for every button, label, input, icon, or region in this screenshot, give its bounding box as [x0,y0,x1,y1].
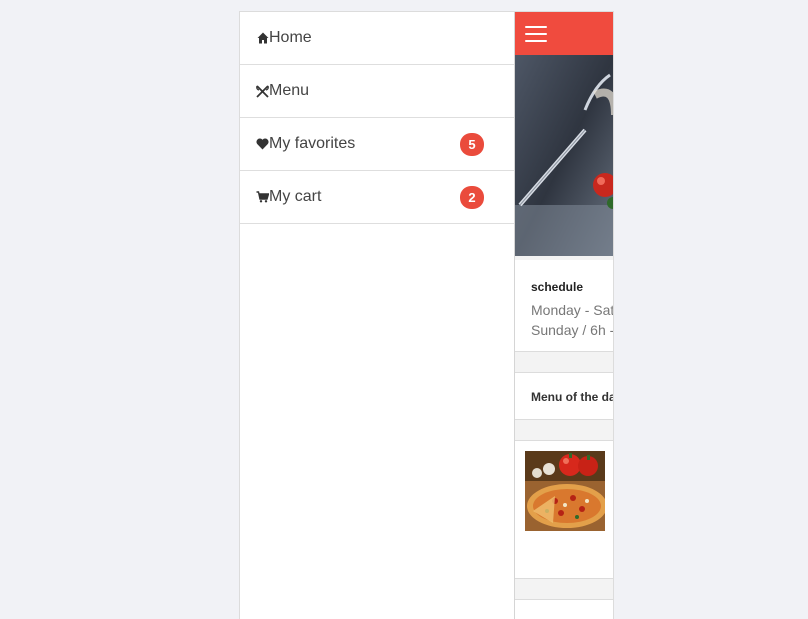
menu-item-label: My favorites [269,135,356,152]
side-menu: Home Menu My favorites 5 My cart 2 [240,12,515,619]
menu-item-label: Home [269,29,312,46]
cart-icon [256,190,269,204]
top-bar [515,12,613,55]
main-content: schedule Monday - Sat Sunday / 6h - Menu… [515,12,614,619]
heart-icon [256,137,269,151]
schedule-card: schedule Monday - Sat Sunday / 6h - [515,260,614,352]
dish-card[interactable] [515,440,613,579]
menu-item-label: Menu [269,82,310,99]
pizza-image [525,451,605,531]
hero-image [515,55,613,256]
schedule-title: schedule [531,280,584,294]
cart-count-badge: 2 [460,185,484,209]
home-icon [256,31,269,45]
menu-of-the-day-title: Menu of the da [531,390,614,404]
next-card [515,599,613,619]
menu-item-label: My cart [269,188,322,205]
menu-item-my-cart[interactable]: My cart 2 [240,171,514,224]
schedule-weekday: Monday - Sat [531,302,614,318]
menu-item-home[interactable]: Home [240,12,514,65]
hamburger-icon[interactable] [525,25,547,42]
schedule-sunday: Sunday / 6h - [531,322,614,338]
app-frame: schedule Monday - Sat Sunday / 6h - Menu… [239,11,614,619]
menu-item-my-favorites[interactable]: My favorites 5 [240,118,514,171]
utensils-icon [256,84,269,98]
cutlery-food-photo [515,55,613,256]
menu-item-menu[interactable]: Menu [240,65,514,118]
favorites-count-badge: 5 [460,132,484,156]
menu-of-the-day-card[interactable]: Menu of the da [515,372,614,420]
